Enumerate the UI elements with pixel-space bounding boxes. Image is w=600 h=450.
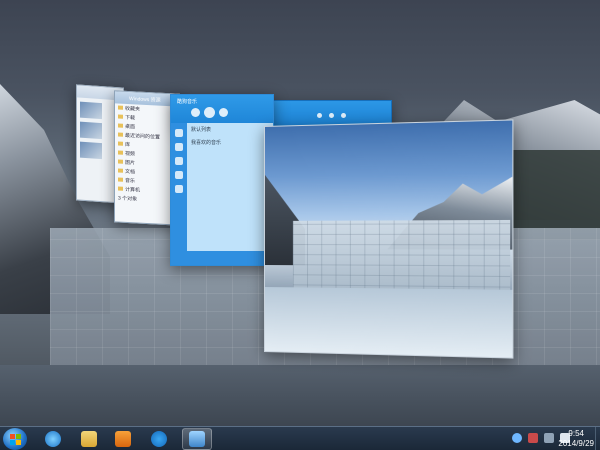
play-icon[interactable] [204, 107, 215, 118]
show-desktop-button[interactable] [595, 427, 600, 450]
clock[interactable]: 9:54 2014/9/29 [558, 429, 594, 449]
player-header: 酷狗音乐 [171, 95, 273, 123]
heart-icon[interactable] [175, 143, 183, 151]
windows-logo-icon [16, 440, 21, 445]
folder-icon [118, 168, 123, 172]
star-icon [118, 105, 123, 109]
close-icon[interactable] [341, 113, 346, 118]
minimize-icon[interactable] [317, 113, 322, 118]
clock-date: 2014/9/29 [558, 439, 594, 449]
taskbar-kugou-button[interactable] [144, 428, 174, 450]
maximize-icon[interactable] [329, 113, 334, 118]
photo-ice-castle [293, 220, 510, 298]
media-player-icon [115, 431, 131, 447]
computer-icon [118, 186, 123, 190]
photo-viewer-icon [189, 431, 205, 447]
folder-icon [118, 150, 123, 154]
folder-icon [118, 159, 123, 163]
music-player-window[interactable]: 酷狗音乐 默认列表 我喜欢的音乐 [170, 94, 274, 266]
taskbar-explorer-button[interactable] [74, 428, 104, 450]
playlist-item[interactable]: 默认列表 [187, 123, 273, 136]
list-icon[interactable] [175, 157, 183, 165]
folder-icon [118, 132, 123, 136]
photo-ice-field [265, 287, 512, 358]
taskbar-photo-viewer-button[interactable] [182, 428, 212, 450]
ice-floor [0, 365, 600, 426]
folder-icon [118, 114, 123, 118]
windows-logo-icon [16, 434, 21, 439]
radio-icon[interactable] [175, 171, 183, 179]
thumbnail [80, 102, 102, 120]
folder-icon [118, 177, 123, 181]
security-icon[interactable] [528, 433, 538, 443]
internet-explorer-icon [45, 431, 61, 447]
folder-icon [81, 431, 97, 447]
playlist-panel: 默认列表 我喜欢的音乐 [187, 123, 273, 251]
folder-icon [118, 123, 123, 127]
clock-time: 9:54 [558, 429, 594, 439]
start-button[interactable] [3, 428, 27, 450]
taskbar-media-player-button[interactable] [108, 428, 138, 450]
thumbnail [80, 122, 102, 140]
flag-icon[interactable] [544, 433, 554, 443]
player-title: 酷狗音乐 [177, 98, 197, 105]
thumbnail [80, 142, 102, 160]
forest [500, 150, 600, 240]
player-sidebar [171, 123, 187, 251]
windows-logo-icon [10, 434, 15, 439]
download-icon[interactable] [175, 185, 183, 193]
taskbar-ie-button[interactable] [38, 428, 68, 450]
music-note-icon[interactable] [175, 129, 183, 137]
window-title: Windows 资源 [129, 95, 161, 104]
photo-viewer-window[interactable] [264, 119, 513, 358]
network-icon[interactable] [512, 433, 522, 443]
previous-icon[interactable] [191, 108, 200, 117]
taskbar: 9:54 2014/9/29 [0, 426, 600, 450]
playlist-item[interactable]: 我喜欢的音乐 [187, 136, 273, 149]
windows-logo-icon [10, 440, 15, 445]
kugou-icon [151, 431, 167, 447]
next-icon[interactable] [219, 108, 228, 117]
player-bottom-bar [171, 251, 273, 265]
desktop-wallpaper: Windows 资源 收藏夹 下载 桌面 最近访问的位置 库 视频 图片 文档 … [0, 0, 600, 426]
library-icon [118, 141, 123, 145]
